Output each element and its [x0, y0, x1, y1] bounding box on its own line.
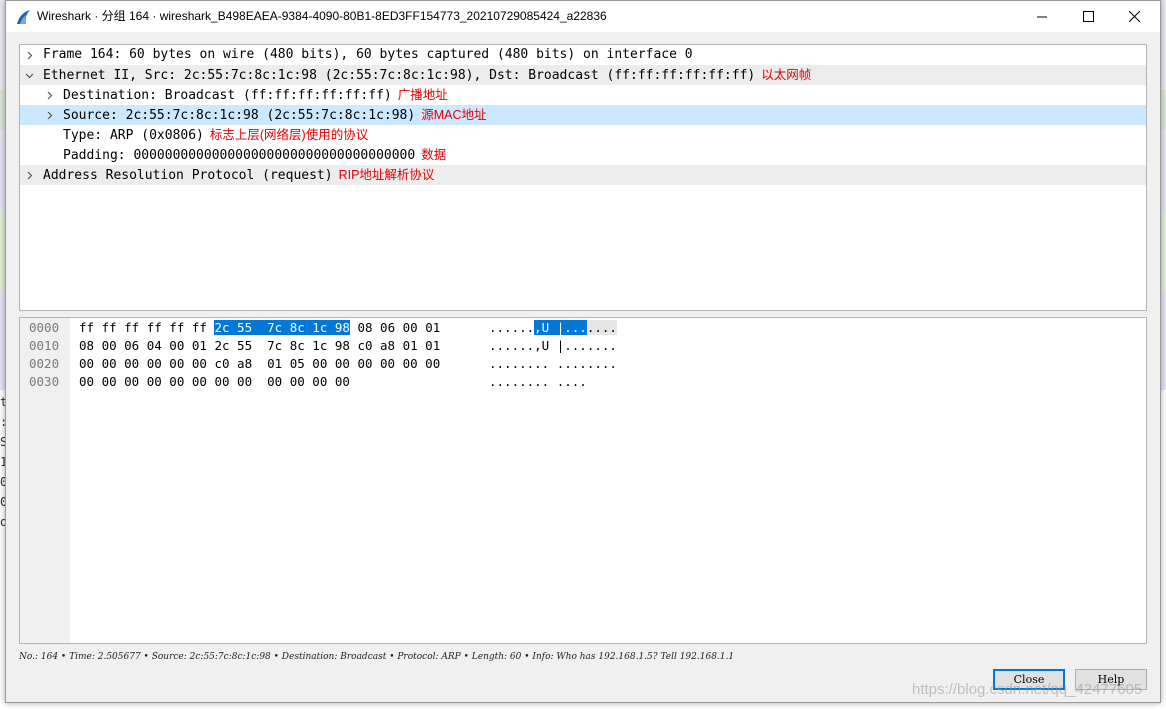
- hex-ascii-segment: ......,U |.......: [489, 338, 617, 353]
- watermark: https://blog.csdn.net/qq_42477605: [912, 681, 1143, 698]
- tree-row-label: Destination: Broadcast (ff:ff:ff:ff:ff:f…: [63, 88, 392, 103]
- hex-bytes[interactable]: 08 00 06 04 00 01 2c 55 7c 8c 1c 98 c0 a…: [79, 337, 440, 355]
- tree-row-label: Ethernet II, Src: 2c:55:7c:8c:1c:98 (2c:…: [43, 68, 756, 83]
- annotation-note: 标志上层(网络层)使用的协议: [209, 128, 369, 142]
- title-bar: Wireshark · 分组 164 · wireshark_B498EAEA-…: [6, 1, 1160, 32]
- hex-bytes-segment: 08 06 00 01: [349, 320, 441, 335]
- chevron-right-icon[interactable]: [24, 165, 34, 185]
- hex-bytes-segment: 00 00 00 00 00 00 00 00 00 00 00 00: [79, 374, 350, 389]
- minimize-icon: [1036, 16, 1047, 18]
- tree-row[interactable]: Address Resolution Protocol (request) RIP…: [20, 165, 1146, 185]
- hex-ascii-segment: ......: [489, 320, 535, 335]
- hex-ascii[interactable]: ........ ........: [489, 355, 617, 373]
- tree-row[interactable]: Type: ARP (0x0806) 标志上层(网络层)使用的协议: [20, 125, 1146, 145]
- chevron-down-icon[interactable]: [24, 65, 34, 85]
- tree-row[interactable]: Ethernet II, Src: 2c:55:7c:8c:1c:98 (2c:…: [20, 65, 1146, 85]
- packet-bytes-pane[interactable]: 0000 ff ff ff ff ff ff 2c 55 7c 8c 1c 98 …: [19, 317, 1147, 644]
- annotation-note: 广播地址: [397, 88, 448, 102]
- annotation-note: RIP地址解析协议: [338, 168, 435, 182]
- annotation-note: 源MAC地址: [421, 108, 487, 122]
- tree-row-label: Type: ARP (0x0806): [63, 128, 204, 143]
- wireshark-fin-icon: [15, 9, 31, 25]
- hex-bytes[interactable]: ff ff ff ff ff ff 2c 55 7c 8c 1c 98 08 0…: [79, 319, 440, 337]
- minimize-button[interactable]: [1019, 1, 1065, 32]
- tree-row[interactable]: Frame 164: 60 bytes on wire (480 bits), …: [20, 45, 1146, 65]
- hex-ascii-selected: ,U |...: [534, 320, 587, 335]
- hex-offset: 0030: [29, 374, 60, 389]
- tree-row-label: Source: 2c:55:7c:8c:1c:98 (2c:55:7c:8c:1…: [63, 108, 416, 123]
- hex-ascii[interactable]: ........ ....: [489, 373, 587, 391]
- annotation-note: 数据: [421, 148, 447, 162]
- annotation-note: 以太网帧: [761, 68, 812, 82]
- maximize-icon: [1082, 11, 1094, 22]
- hex-ascii-segment: ........ ........: [489, 356, 617, 371]
- hex-ascii-segment: ........ ....: [489, 374, 587, 389]
- tree-row[interactable]: Source: 2c:55:7c:8c:1c:98 (2c:55:7c:8c:1…: [20, 105, 1146, 125]
- hex-ascii[interactable]: ......,U |.......: [489, 337, 617, 355]
- packet-details-tree[interactable]: Frame 164: 60 bytes on wire (480 bits), …: [19, 44, 1147, 311]
- tree-row-label: Address Resolution Protocol (request): [43, 168, 333, 183]
- tree-row[interactable]: Padding: 0000000000000000000000000000000…: [20, 145, 1146, 165]
- chevron-right-icon[interactable]: [24, 45, 34, 65]
- packet-summary-status: No.: 164 • Time: 2.505677 • Source: 2c:5…: [19, 652, 735, 662]
- hex-bytes-segment: 08 00 06 04 00 01 2c 55 7c 8c 1c 98 c0 a…: [79, 338, 441, 353]
- hex-ascii[interactable]: ......,U |.......: [489, 319, 617, 337]
- tree-row[interactable]: Destination: Broadcast (ff:ff:ff:ff:ff:f…: [20, 85, 1146, 105]
- hex-bytes-segment: 00 00 00 00 00 00 c0 a8 01 05 00 00 00 0…: [79, 356, 441, 371]
- close-window-button[interactable]: [1111, 1, 1157, 32]
- hex-bytes-selected: 2c 55 7c 8c 1c 98: [214, 320, 350, 335]
- hex-offset: 0020: [29, 356, 60, 371]
- hex-ascii-segment: ....: [586, 320, 617, 335]
- chevron-right-icon[interactable]: [44, 85, 54, 105]
- maximize-button[interactable]: [1065, 1, 1111, 32]
- chevron-right-icon[interactable]: [44, 105, 54, 125]
- hex-bytes[interactable]: 00 00 00 00 00 00 00 00 00 00 00 00: [79, 373, 350, 391]
- hex-offset: 0000: [29, 320, 60, 335]
- hex-offset: 0010: [29, 338, 60, 353]
- close-icon: [1128, 11, 1140, 22]
- hex-bytes[interactable]: 00 00 00 00 00 00 c0 a8 01 05 00 00 00 0…: [79, 355, 440, 373]
- packet-dialog-window: Wireshark · 分组 164 · wireshark_B498EAEA-…: [5, 0, 1161, 703]
- tree-row-label: Padding: 0000000000000000000000000000000…: [63, 148, 416, 163]
- hex-bytes-segment: ff ff ff ff ff ff: [79, 320, 215, 335]
- tree-row-label: Frame 164: 60 bytes on wire (480 bits), …: [43, 47, 693, 62]
- window-title: Wireshark · 分组 164 · wireshark_B498EAEA-…: [37, 9, 607, 23]
